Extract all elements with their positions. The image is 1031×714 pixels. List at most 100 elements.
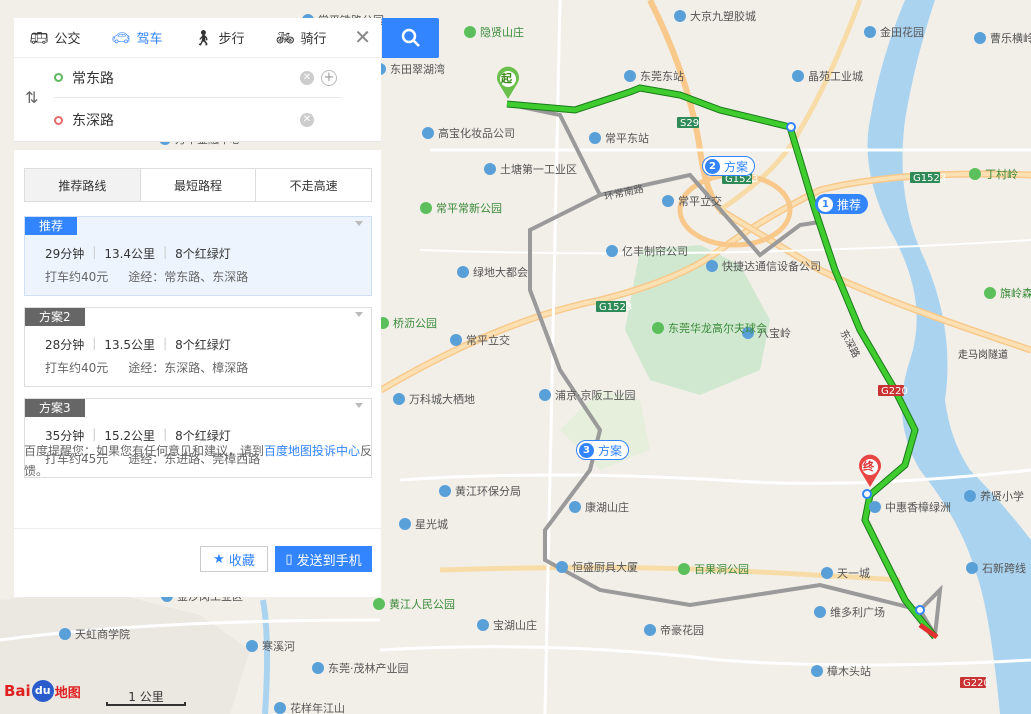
- poi-label: 土塘第一工业区: [500, 162, 577, 176]
- poi-marker-icon: [624, 70, 636, 82]
- plan-tag: 方案3: [25, 399, 85, 417]
- poi-marker-icon: [706, 260, 718, 272]
- baidu-map-logo: Bai du 地图: [4, 680, 81, 702]
- poi-marker-icon: [59, 628, 71, 640]
- plan-card-2[interactable]: 方案2 28分钟 | 13.5公里 | 8个红绿灯 打车约40元 途经： 东深路、樟深路: [24, 307, 372, 387]
- start-field[interactable]: 常东路: [54, 58, 342, 98]
- poi-19[interactable]: 桥沥公园: [377, 317, 437, 330]
- favorite-button[interactable]: ★ 收藏: [200, 546, 268, 572]
- end-marker[interactable]: 终: [857, 454, 883, 488]
- poi-41[interactable]: 樟木头站: [811, 664, 871, 678]
- end-dot-icon: [54, 115, 63, 125]
- poi-1[interactable]: 隐贤山庄: [464, 25, 524, 39]
- poi-label: 石新跨线: [982, 561, 1026, 575]
- start-marker[interactable]: 起: [495, 66, 521, 100]
- poi-label: 浦京·京阪工业园: [555, 388, 636, 402]
- poi-marker-icon: [450, 334, 462, 346]
- poi-label: 晶苑工业城: [808, 70, 863, 83]
- clear-start-icon[interactable]: ✕: [300, 71, 314, 85]
- chevron-down-icon: [355, 403, 363, 408]
- close-icon[interactable]: ✕: [354, 27, 371, 47]
- road-shield-g1523-b: G1523: [913, 173, 946, 184]
- poi-label: 绿地大都会: [473, 265, 528, 279]
- poi-marker-icon: [792, 70, 804, 82]
- poi-marker-icon: [399, 518, 411, 530]
- poi-marker-icon: [589, 132, 601, 144]
- poi-label: 常平东站: [605, 131, 649, 145]
- poi-label: 黄江人民公园: [389, 597, 455, 611]
- strategy-tabs: 推荐路线 最短路程 不走高速: [24, 168, 372, 202]
- poi-28[interactable]: 养贤小学: [964, 489, 1024, 503]
- poi-37[interactable]: 宝湖山庄: [477, 618, 537, 632]
- poi-label: 养贤小学: [980, 489, 1024, 503]
- poi-18[interactable]: 旗岭森林: [984, 286, 1031, 300]
- end-field[interactable]: 东深路: [54, 100, 342, 140]
- strategy-shortest[interactable]: 最短路程: [141, 169, 257, 201]
- chevron-down-icon: [355, 221, 363, 226]
- poi-marker-icon: [457, 266, 469, 278]
- poi-marker-icon: [464, 26, 476, 38]
- tab-drive[interactable]: 🚗︎ 驾车: [96, 18, 178, 58]
- poi-31[interactable]: 天一城: [821, 567, 870, 580]
- clear-end-icon[interactable]: ✕: [300, 113, 314, 127]
- road-shield-g220-a: G220: [881, 386, 908, 397]
- strategy-recommended[interactable]: 推荐路线: [25, 169, 141, 201]
- poi-label: 旗岭森林: [1000, 286, 1031, 300]
- poi-label: 天一城: [837, 567, 870, 580]
- poi-38[interactable]: 帝豪花园: [644, 623, 704, 637]
- poi-15[interactable]: 快捷达通信设备公司: [706, 259, 821, 273]
- poi-marker-icon: [678, 563, 690, 575]
- swap-icon[interactable]: ⇅: [25, 88, 38, 107]
- road-shield-s29: S29: [680, 118, 699, 129]
- search-button[interactable]: [382, 18, 439, 58]
- poi-label: 中惠香樟绿洲: [885, 500, 951, 514]
- send-to-phone-button[interactable]: ▯ 发送到手机: [275, 546, 372, 572]
- poi-32[interactable]: 石新跨线: [966, 561, 1026, 575]
- poi-12[interactable]: 丁村岭: [969, 167, 1018, 181]
- star-icon: ★: [213, 551, 225, 567]
- poi-26[interactable]: 康湖山庄: [569, 500, 629, 514]
- poi-label: 维多利广场: [830, 605, 885, 619]
- strategy-no-highway[interactable]: 不走高速: [256, 169, 371, 201]
- poi-marker-icon: [312, 662, 324, 674]
- route-bubble-2[interactable]: 2 方案: [702, 156, 756, 176]
- feedback-notice: 百度提醒您：如果您有任何意见和建议，请到百度地图投诉中心反馈。: [24, 444, 373, 478]
- poi-marker-icon: [969, 168, 981, 180]
- poi-marker-icon: [274, 702, 286, 714]
- poi-marker-icon: [662, 195, 674, 207]
- plan-via: 东深路、樟深路: [164, 361, 249, 375]
- poi-21[interactable]: 常平立交: [450, 333, 510, 347]
- poi-6[interactable]: 东莞东站: [624, 69, 684, 83]
- poi-label: 亿丰制帘公司: [622, 244, 688, 258]
- poi-8[interactable]: 常平东站: [589, 131, 649, 145]
- plan-taxi: 打车约40元: [45, 270, 109, 284]
- poi-label: 黄江环保分局: [455, 484, 521, 498]
- poi-marker-icon: [373, 598, 385, 610]
- tab-bus[interactable]: 🚌︎ 公交: [14, 18, 96, 58]
- poi-marker-icon: [811, 665, 823, 677]
- poi-11[interactable]: 常平立交: [662, 194, 722, 208]
- plan-via: 常东路、东深路: [164, 270, 249, 284]
- add-waypoint-icon[interactable]: +: [321, 70, 337, 86]
- mode-bar: 🚌︎ 公交 🚗︎ 驾车 🚶︎ 步行 🚲︎ 骑行 ✕: [14, 18, 381, 58]
- plan-card-1[interactable]: 推荐 29分钟 | 13.4公里 | 8个红绿灯 打车约40元 途经： 常东路、东深路: [24, 216, 372, 296]
- address-inputs: ⇅ 常东路 ✕ + 东深路 ✕: [14, 58, 381, 142]
- poi-label: 常平立交: [678, 194, 722, 208]
- route-bubble-3[interactable]: 3 方案: [576, 440, 630, 460]
- poi-20[interactable]: 东莞华龙高尔夫球会: [652, 321, 767, 335]
- plan-time: 29分钟: [45, 247, 85, 261]
- road-shield-g220-b: G220: [963, 678, 990, 689]
- tab-bike[interactable]: 🚲︎ 骑行: [260, 18, 342, 58]
- search-icon: [401, 28, 420, 47]
- poi-marker-icon: [422, 127, 434, 139]
- plan-time: 28分钟: [45, 338, 85, 352]
- complaint-center-link[interactable]: 百度地图投诉中心: [264, 444, 360, 458]
- poi-29[interactable]: 星光城: [399, 517, 448, 531]
- route-bubble-1[interactable]: 1 推荐: [815, 194, 869, 214]
- poi-40[interactable]: 寒溪河: [246, 639, 295, 653]
- poi-4[interactable]: 曹乐横岭: [974, 31, 1031, 45]
- poi-3[interactable]: 金田花园: [864, 25, 924, 39]
- plan-lights: 8个红绿灯: [175, 338, 231, 352]
- route-results: 推荐路线 最短路程 不走高速 推荐 29分钟 | 13.4公里 | 8个红绿灯 打车约4…: [14, 150, 381, 597]
- tab-walk[interactable]: 🚶︎ 步行: [178, 18, 260, 58]
